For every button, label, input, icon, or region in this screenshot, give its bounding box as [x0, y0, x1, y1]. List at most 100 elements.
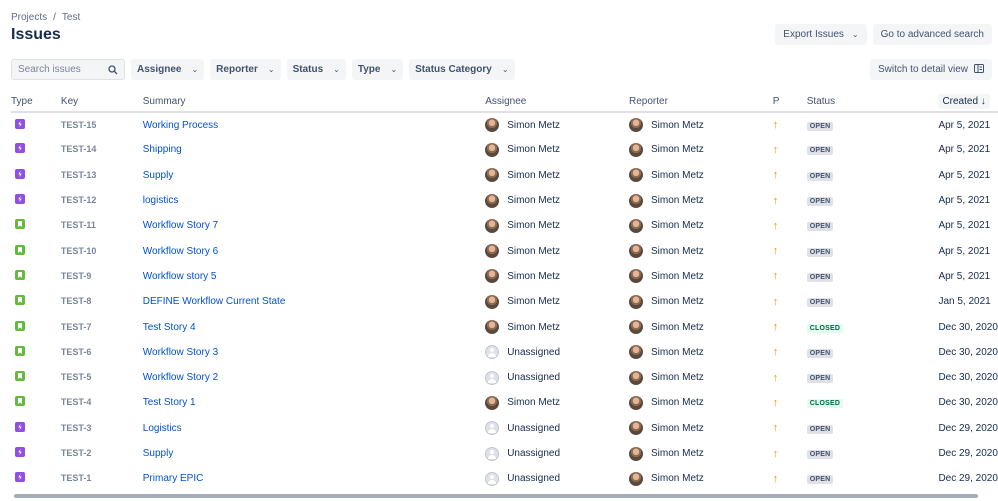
table-row[interactable]: TEST-12 logistics Simon Metz Simon Metz ↑ OPE…: [11, 188, 998, 213]
table-row[interactable]: TEST-15 Working Process Simon Metz Simon Me…: [11, 112, 998, 137]
issue-summary-link[interactable]: Supply: [143, 448, 174, 459]
issue-summary-cell: Shipping: [143, 137, 485, 162]
issue-summary-cell: Workflow Story 7: [143, 213, 485, 238]
table-row[interactable]: TEST-5 Workflow Story 2 Unassigned Simon Me…: [11, 365, 998, 390]
type-filter[interactable]: Type ⌄: [351, 59, 404, 80]
issue-summary-link[interactable]: Test Story 1: [143, 397, 196, 408]
issue-summary-link[interactable]: logistics: [143, 195, 179, 206]
assignee: Simon Metz: [485, 142, 629, 157]
table-row[interactable]: TEST-2 Supply Unassigned Simon Metz ↑ OPEN Dec…: [11, 441, 998, 466]
assignee-filter[interactable]: Assignee ⌄: [131, 59, 205, 80]
reporter-filter[interactable]: Reporter ⌄: [210, 59, 281, 80]
issue-reporter-cell: Simon Metz: [629, 466, 773, 491]
avatar: [485, 269, 500, 284]
issue-type-cell: [11, 365, 61, 390]
reporter-name: Simon Metz: [651, 119, 704, 131]
table-row[interactable]: TEST-7 Test Story 4 Simon Metz Simon Metz ↑ C…: [11, 314, 998, 339]
issue-created-cell: Apr 5, 2021: [938, 137, 998, 162]
issue-key[interactable]: TEST-10: [61, 246, 97, 256]
column-header-key[interactable]: Key: [60, 91, 143, 113]
issue-key[interactable]: TEST-6: [61, 347, 92, 357]
assignee-name: Unassigned: [507, 448, 561, 459]
status-filter[interactable]: Status ⌄: [286, 59, 346, 80]
table-row[interactable]: TEST-8 DEFINE Workflow Current State Simon…: [11, 289, 998, 314]
issue-key-cell: TEST-5: [61, 365, 143, 390]
issue-summary-cell: Workflow Story 3: [143, 340, 485, 365]
reporter: Simon Metz: [629, 446, 773, 461]
table-row[interactable]: TEST-10 Workflow Story 6 Simon Metz Simon M…: [11, 238, 998, 263]
table-row[interactable]: TEST-11 Workflow Story 7 Simon Metz Simon M…: [11, 213, 998, 238]
table-row[interactable]: TEST-6 Workflow Story 3 Unassigned Simon Me…: [11, 340, 998, 365]
issue-summary-link[interactable]: Shipping: [143, 144, 182, 155]
issue-key[interactable]: TEST-14: [61, 144, 97, 154]
issue-status-cell: OPEN: [806, 441, 939, 466]
issue-key[interactable]: TEST-3: [61, 423, 92, 433]
issue-priority-cell: ↑: [773, 441, 807, 466]
reporter: Simon Metz: [629, 421, 773, 436]
column-header-type[interactable]: Type: [11, 91, 61, 113]
issue-summary-link[interactable]: Workflow Story 6: [143, 246, 218, 257]
table-row[interactable]: TEST-9 Workflow story 5 Simon Metz Simon Me…: [11, 264, 998, 289]
search-input[interactable]: Search issues: [11, 59, 125, 80]
status-category-filter[interactable]: Status Category ⌄: [409, 59, 515, 80]
issue-summary-link[interactable]: Logistics: [143, 423, 182, 434]
issue-summary-link[interactable]: DEFINE Workflow Current State: [143, 296, 286, 307]
top-actions: Export Issues ⌄ Go to advanced search: [775, 24, 992, 45]
issue-key-cell: TEST-9: [61, 264, 143, 289]
breadcrumb-projects[interactable]: Projects: [11, 12, 47, 23]
column-header-created[interactable]: Created ↓: [938, 91, 998, 113]
status-lozenge: OPEN: [806, 146, 834, 156]
issue-key[interactable]: TEST-15: [61, 120, 97, 130]
issue-key[interactable]: TEST-4: [61, 397, 92, 407]
issue-summary-link[interactable]: Primary EPIC: [143, 473, 204, 484]
table-row[interactable]: TEST-1 Primary EPIC Unassigned Simon Metz ↑ O…: [11, 466, 998, 491]
issue-reporter-cell: Simon Metz: [629, 390, 773, 415]
breadcrumb-project[interactable]: Test: [62, 12, 80, 23]
type-filter-label: Type: [357, 64, 381, 75]
issue-summary-link[interactable]: Working Process: [143, 120, 218, 131]
issue-status-cell: OPEN: [806, 289, 939, 314]
issue-key[interactable]: TEST-13: [61, 170, 97, 180]
issue-summary-link[interactable]: Test Story 4: [143, 322, 196, 333]
issue-key[interactable]: TEST-5: [61, 372, 92, 382]
horizontal-scrollbar[interactable]: [14, 494, 978, 498]
column-header-summary[interactable]: Summary: [142, 91, 486, 113]
issue-key[interactable]: TEST-11: [61, 220, 96, 230]
created-date: Dec 29, 2020: [938, 473, 998, 485]
issue-key[interactable]: TEST-9: [61, 271, 92, 281]
table-row[interactable]: TEST-14 Shipping Simon Metz Simon Metz ↑ OPEN…: [11, 137, 998, 162]
assignee: Simon Metz: [485, 168, 629, 183]
issue-key[interactable]: TEST-1: [61, 473, 92, 483]
issue-summary-link[interactable]: Workflow Story 7: [143, 220, 218, 231]
avatar: [629, 294, 643, 309]
reporter: Simon Metz: [629, 370, 773, 385]
issue-priority-cell: ↑: [773, 213, 807, 238]
issue-summary-link[interactable]: Workflow story 5: [143, 271, 217, 282]
issue-summary-link[interactable]: Workflow Story 2: [143, 372, 218, 383]
avatar: [485, 395, 500, 410]
filter-bar: Search issues Assignee ⌄ Reporter ⌄ Stat…: [11, 59, 515, 80]
table-row[interactable]: TEST-3 Logistics Unassigned Simon Metz ↑ OPEN…: [11, 416, 998, 441]
switch-detail-view-button[interactable]: Switch to detail view: [869, 59, 992, 80]
issue-key[interactable]: TEST-8: [61, 296, 92, 306]
status-lozenge: CLOSED: [806, 323, 844, 333]
column-header-reporter[interactable]: Reporter: [629, 91, 773, 113]
issue-summary-link[interactable]: Workflow Story 3: [143, 347, 218, 358]
issue-key[interactable]: TEST-12: [61, 195, 97, 205]
issue-key[interactable]: TEST-7: [61, 322, 92, 332]
issue-summary-cell: logistics: [143, 188, 485, 213]
column-header-priority[interactable]: P: [772, 91, 807, 113]
export-issues-button[interactable]: Export Issues ⌄: [775, 24, 867, 45]
table-row[interactable]: TEST-13 Supply Simon Metz Simon Metz ↑ OPEN Ap…: [11, 163, 998, 188]
issue-key[interactable]: TEST-2: [61, 448, 92, 458]
column-header-assignee[interactable]: Assignee: [485, 91, 629, 113]
advanced-search-button[interactable]: Go to advanced search: [872, 24, 992, 45]
created-date: Dec 30, 2020: [938, 397, 998, 409]
issue-summary-link[interactable]: Supply: [143, 170, 174, 181]
issue-summary-cell: Supply: [143, 441, 485, 466]
reporter-name: Simon Metz: [651, 195, 704, 207]
column-header-status[interactable]: Status: [806, 91, 939, 113]
issue-type-cell: [11, 213, 61, 238]
table-row[interactable]: TEST-4 Test Story 1 Simon Metz Simon Metz ↑ C…: [11, 390, 998, 415]
assignee: Simon Metz: [485, 320, 629, 335]
